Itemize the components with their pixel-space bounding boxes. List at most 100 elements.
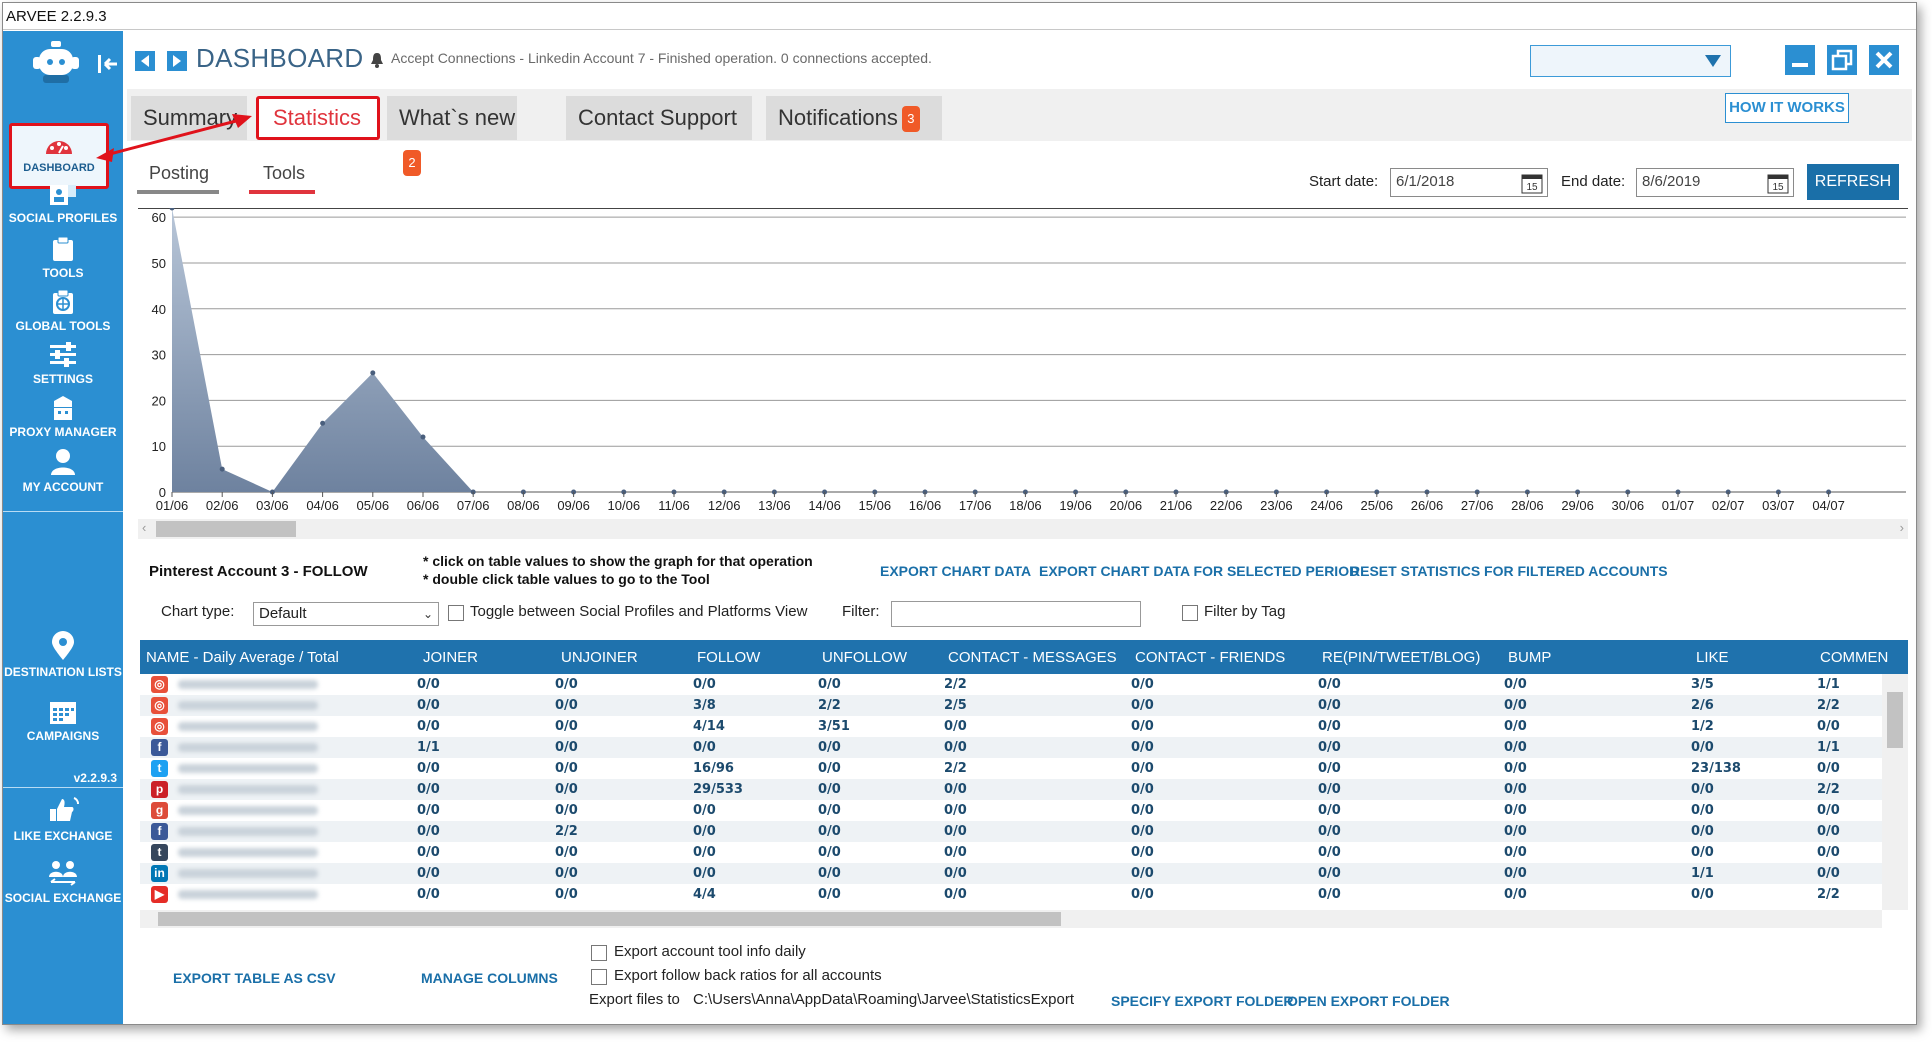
table-cell[interactable]: 0/0 (1131, 845, 1154, 860)
export-table-csv-link[interactable]: EXPORT TABLE AS CSV (173, 970, 336, 986)
table-cell[interactable]: 2/2 (1817, 782, 1840, 797)
table-cell[interactable]: 3/8 (693, 698, 716, 713)
column-header[interactable]: UNFOLLOW (822, 649, 907, 666)
statistics-area-chart[interactable]: 010203040506001/06 02/06 03/06 04/06 05/06 06… (138, 208, 1908, 538)
table-cell[interactable]: 0/0 (417, 824, 440, 839)
table-cell[interactable]: 2/5 (944, 698, 967, 713)
sidebar-item-campaigns[interactable]: CAMPAIGNS (3, 699, 123, 743)
table-cell[interactable]: 0/0 (417, 677, 440, 692)
table-cell[interactable]: 0/0 (417, 719, 440, 734)
calendar-picker-icon[interactable]: 15 (1521, 172, 1543, 194)
column-header[interactable]: CONTACT - MESSAGES (948, 649, 1117, 666)
column-header[interactable]: COMMEN (1820, 649, 1888, 666)
table-cell[interactable]: 0/0 (818, 782, 841, 797)
table-row[interactable]: f 1/1 0/0 0/0 0/0 0/0 0/0 0/0 0/0 0/0 1/1 (140, 737, 1882, 758)
end-date-input[interactable]: 8/6/2019 15 (1636, 168, 1794, 197)
sidebar-item-settings[interactable]: SETTINGS (3, 342, 123, 386)
column-header[interactable]: FOLLOW (697, 649, 760, 666)
table-cell[interactable]: 0/0 (944, 803, 967, 818)
table-cell[interactable]: 0/0 (555, 845, 578, 860)
refresh-button[interactable]: REFRESH (1807, 164, 1899, 200)
data-point[interactable] (320, 420, 326, 426)
reset-statistics-link[interactable]: RESET STATISTICS FOR FILTERED ACCOUNTS (1350, 563, 1668, 579)
table-cell[interactable]: 0/0 (818, 740, 841, 755)
table-cell[interactable]: 0/0 (818, 845, 841, 860)
column-header[interactable]: RE(PIN/TWEET/BLOG) (1322, 649, 1480, 666)
table-cell[interactable]: 1/1 (1817, 740, 1840, 755)
table-row[interactable]: ◎ 0/0 0/0 3/8 2/2 2/5 0/0 0/0 0/0 2/6 2/2 (140, 695, 1882, 716)
table-row[interactable]: t 0/0 0/0 16/96 0/0 2/2 0/0 0/0 0/0 23/138 0/0 (140, 758, 1882, 779)
table-cell[interactable]: 2/6 (1691, 698, 1714, 713)
table-cell[interactable]: 0/0 (944, 782, 967, 797)
table-cell[interactable]: 0/0 (1504, 782, 1527, 797)
table-cell[interactable]: 0/0 (1504, 866, 1527, 881)
table-cell[interactable]: 0/0 (818, 677, 841, 692)
table-cell[interactable]: 0/0 (1318, 740, 1341, 755)
table-cell[interactable]: 0/0 (818, 761, 841, 776)
table-cell[interactable]: 0/0 (417, 782, 440, 797)
close-button[interactable] (1869, 45, 1899, 75)
table-cell[interactable]: 0/0 (1131, 803, 1154, 818)
table-cell[interactable]: 0/0 (944, 740, 967, 755)
filter-by-tag-checkbox[interactable] (1182, 605, 1198, 621)
table-cell[interactable]: 0/0 (1691, 824, 1714, 839)
table-cell[interactable]: 0/0 (555, 866, 578, 881)
table-cell[interactable]: 0/0 (1504, 761, 1527, 776)
data-point[interactable] (219, 466, 225, 472)
table-cell[interactable]: 2/2 (818, 698, 841, 713)
sidebar-item-tools[interactable]: TOOLS (3, 236, 123, 280)
table-cell[interactable]: 0/0 (1318, 782, 1341, 797)
table-cell[interactable]: 0/0 (1691, 740, 1714, 755)
sidebar-item-global-tools[interactable]: GLOBAL TOOLS (3, 289, 123, 333)
table-cell[interactable]: 0/0 (1318, 719, 1341, 734)
table-cell[interactable]: 1/1 (1691, 866, 1714, 881)
table-cell[interactable]: 0/0 (1504, 803, 1527, 818)
table-cell[interactable]: 0/0 (1504, 887, 1527, 902)
table-cell[interactable]: 0/0 (555, 782, 578, 797)
scroll-thumb[interactable] (156, 521, 296, 537)
table-cell[interactable]: 0/0 (1318, 845, 1341, 860)
table-cell[interactable]: 0/0 (1504, 677, 1527, 692)
subtab-posting[interactable]: Posting (149, 163, 209, 184)
table-cell[interactable]: 0/0 (1504, 845, 1527, 860)
table-row[interactable]: g 0/0 0/0 0/0 0/0 0/0 0/0 0/0 0/0 0/0 0/0 (140, 800, 1882, 821)
table-cell[interactable]: 0/0 (944, 887, 967, 902)
table-cell[interactable]: 0/0 (944, 866, 967, 881)
export-chart-data-link[interactable]: EXPORT CHART DATA (880, 563, 1031, 579)
manage-columns-link[interactable]: MANAGE COLUMNS (421, 970, 558, 986)
table-cell[interactable]: 0/0 (944, 824, 967, 839)
table-cell[interactable]: 0/0 (1504, 740, 1527, 755)
column-header[interactable]: BUMP (1508, 649, 1551, 666)
table-cell[interactable]: 0/0 (417, 761, 440, 776)
column-header[interactable]: LIKE (1696, 649, 1729, 666)
sidebar-item-dashboard[interactable]: DASHBOARD (9, 123, 109, 189)
table-cell[interactable]: 0/0 (1318, 698, 1341, 713)
table-cell[interactable]: 0/0 (1131, 887, 1154, 902)
table-cell[interactable]: 0/0 (944, 845, 967, 860)
table-cell[interactable]: 2/2 (555, 824, 578, 839)
table-row[interactable]: p 0/0 0/0 29/533 0/0 0/0 0/0 0/0 0/0 0/0 2/2 (140, 779, 1882, 800)
table-cell[interactable]: 0/0 (693, 866, 716, 881)
table-cell[interactable]: 0/0 (1817, 866, 1840, 881)
table-cell[interactable]: 0/0 (417, 698, 440, 713)
open-export-folder-link[interactable]: OPEN EXPORT FOLDER (1287, 993, 1450, 1009)
logout-icon[interactable] (97, 53, 119, 75)
table-row[interactable]: in 0/0 0/0 0/0 0/0 0/0 0/0 0/0 0/0 1/1 0/0 (140, 863, 1882, 884)
scroll-thumb[interactable] (1887, 692, 1903, 748)
table-cell[interactable]: 0/0 (1318, 866, 1341, 881)
subtab-tools[interactable]: Tools (263, 163, 305, 184)
table-cell[interactable]: 0/0 (1131, 677, 1154, 692)
table-cell[interactable]: 0/0 (693, 677, 716, 692)
table-cell[interactable]: 0/0 (1131, 761, 1154, 776)
area-series[interactable] (172, 208, 1829, 492)
table-cell[interactable]: 0/0 (693, 824, 716, 839)
scroll-left-arrow-icon[interactable]: ‹ (142, 520, 146, 535)
table-cell[interactable]: 0/0 (1504, 698, 1527, 713)
table-row[interactable]: t 0/0 0/0 0/0 0/0 0/0 0/0 0/0 0/0 0/0 0/0 (140, 842, 1882, 863)
table-cell[interactable]: 4/4 (693, 887, 716, 902)
column-header[interactable]: JOINER (423, 649, 478, 666)
scroll-thumb[interactable] (158, 912, 1061, 926)
table-cell[interactable]: 0/0 (1131, 866, 1154, 881)
scroll-right-arrow-icon[interactable]: › (1900, 520, 1904, 535)
table-cell[interactable]: 0/0 (818, 866, 841, 881)
